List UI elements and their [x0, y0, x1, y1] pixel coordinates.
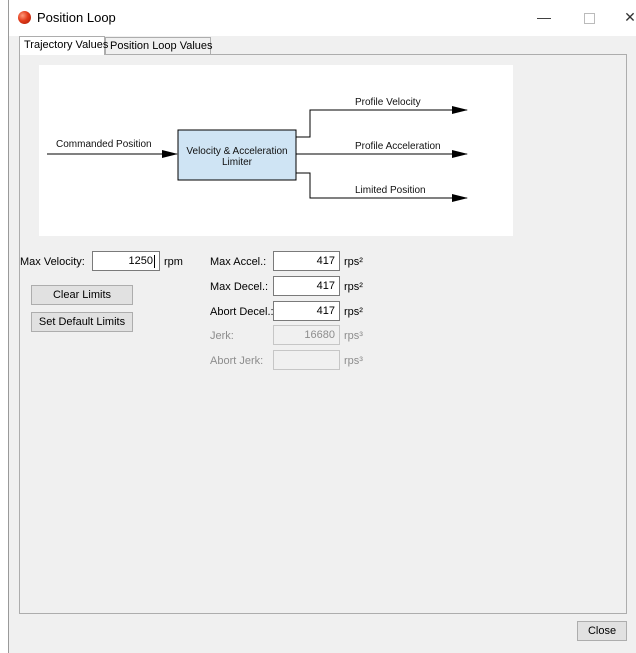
- app-icon: [18, 11, 31, 24]
- minimize-button[interactable]: —: [529, 6, 559, 28]
- max-velocity-value: 1250: [128, 255, 153, 267]
- limiter-diagram-svg: Commanded Position Velocity & Accelerati…: [47, 97, 468, 202]
- position-loop-window: Position Loop — ✕ Trajectory Values Posi…: [8, 0, 636, 653]
- window-title: Position Loop: [37, 10, 116, 25]
- abort-jerk-unit: rps³: [344, 355, 363, 367]
- output-label-acceleration: Profile Acceleration: [355, 141, 441, 152]
- max-velocity-unit: rpm: [164, 256, 183, 268]
- limiter-block-label-line2: Limiter: [222, 157, 253, 168]
- output-arrow-velocity: [296, 106, 468, 138]
- abort-decel-input[interactable]: 417: [273, 301, 340, 321]
- limiter-block-label-line1: Velocity & Acceleration: [186, 146, 287, 157]
- input-label: Commanded Position: [56, 139, 152, 150]
- abort-jerk-label: Abort Jerk:: [210, 355, 264, 367]
- output-label-velocity: Profile Velocity: [355, 97, 421, 108]
- max-velocity-input[interactable]: 1250: [92, 251, 160, 271]
- jerk-unit: rps³: [344, 330, 363, 342]
- maximize-icon: [583, 12, 595, 24]
- close-window-button[interactable]: ✕: [615, 6, 636, 28]
- max-accel-unit: rps²: [344, 256, 363, 268]
- max-accel-input[interactable]: 417: [273, 251, 340, 271]
- tab-trajectory-values[interactable]: Trajectory Values: [19, 36, 108, 55]
- tab-position-loop-values[interactable]: Position Loop Values: [105, 37, 213, 54]
- text-caret: [154, 254, 155, 268]
- maximize-button[interactable]: [574, 6, 604, 28]
- max-decel-input[interactable]: 417: [273, 276, 340, 296]
- trajectory-values-panel: Commanded Position Velocity & Accelerati…: [19, 54, 627, 614]
- max-velocity-label: Max Velocity:: [20, 256, 85, 268]
- jerk-label: Jerk:: [210, 330, 234, 342]
- abort-decel-label: Abort Decel.:: [210, 306, 274, 318]
- title-bar: Position Loop — ✕: [9, 0, 636, 36]
- jerk-input: 16680: [273, 325, 340, 345]
- clear-limits-button[interactable]: Clear Limits: [31, 285, 133, 305]
- abort-jerk-input: [273, 350, 340, 370]
- set-default-limits-button[interactable]: Set Default Limits: [31, 312, 133, 332]
- limiter-diagram: Commanded Position Velocity & Accelerati…: [39, 65, 513, 236]
- max-decel-label: Max Decel.:: [210, 281, 269, 293]
- abort-decel-unit: rps²: [344, 306, 363, 318]
- output-label-position: Limited Position: [355, 185, 426, 196]
- max-decel-unit: rps²: [344, 281, 363, 293]
- max-accel-label: Max Accel.:: [210, 256, 267, 268]
- close-button[interactable]: Close: [577, 621, 627, 641]
